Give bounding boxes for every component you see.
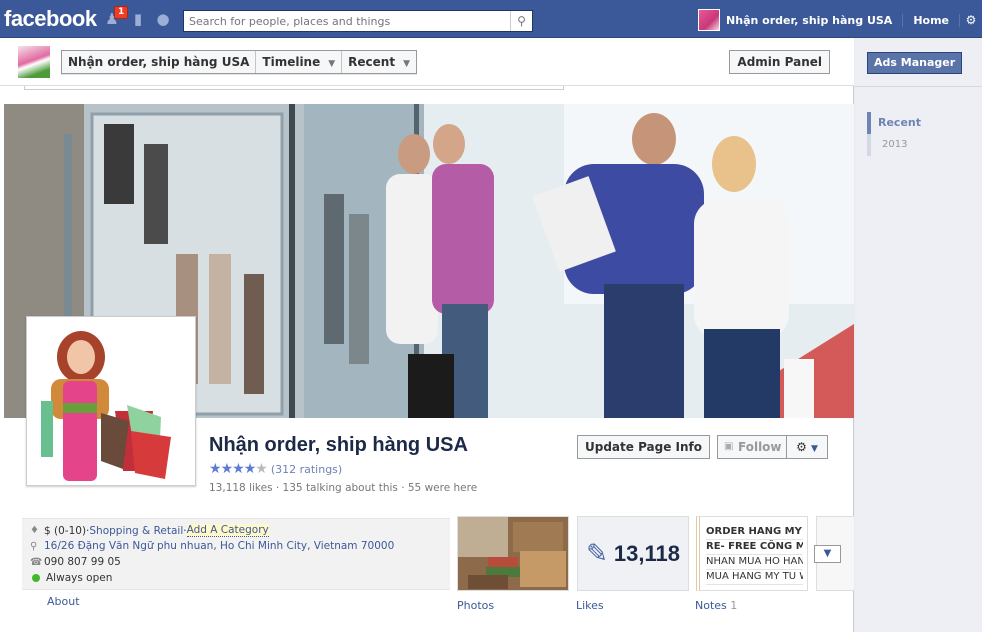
notes-label[interactable]: Notes 1: [695, 599, 737, 612]
notes-label-text: Notes: [695, 599, 727, 612]
add-category-link[interactable]: Add A Category: [186, 524, 269, 537]
chevron-down-icon: ▼: [811, 444, 818, 454]
page-info-box: ♦ $ (0-10) · Shopping & Retail · Add A C…: [22, 518, 450, 590]
notes-tile[interactable]: ORDER HANG MY CI RE- FREE CÔNG MU NHAN M…: [696, 516, 808, 591]
admin-panel-button[interactable]: Admin Panel: [729, 50, 830, 74]
admin-panel-edge: [24, 86, 564, 90]
messages-icon[interactable]: ▮: [129, 10, 147, 28]
note-line: ORDER HANG MY CI: [706, 525, 803, 540]
category-link[interactable]: Shopping & Retail: [89, 525, 183, 537]
info-category-row: ♦ $ (0-10) · Shopping & Retail · Add A C…: [30, 524, 269, 537]
star-filled-icon: ★: [209, 461, 222, 477]
update-page-info-button[interactable]: Update Page Info: [577, 435, 711, 459]
gear-icon: ⚙: [796, 440, 807, 454]
timeline-navigation: Recent 2013: [867, 112, 921, 156]
search-icon[interactable]: ⚲: [510, 11, 532, 31]
timeline-year-link[interactable]: 2013: [867, 134, 921, 156]
info-address-row: ⚲ 16/26 Đặng Văn Ngữ phu nhuan, Ho Chi M…: [30, 540, 394, 552]
globe-icon[interactable]: ●: [154, 10, 172, 28]
home-link[interactable]: Home: [903, 13, 960, 27]
like-thumb-icon: ✎: [586, 538, 608, 569]
profile-picture[interactable]: [26, 316, 196, 486]
gear-icon[interactable]: ⚙: [960, 13, 982, 27]
page-stats: 13,118 likes · 135 talking about this · …: [209, 482, 478, 494]
note-line: NHAN MUA HO HANG: [706, 555, 803, 570]
star-filled-icon: ★: [220, 461, 234, 477]
note-line: RE- FREE CÔNG MU: [706, 540, 803, 555]
breadcrumb-recent[interactable]: Recent ▼: [342, 51, 416, 73]
photos-label[interactable]: Photos: [457, 599, 494, 612]
chevron-down-icon: ▼: [328, 59, 336, 69]
notification-badge: 1: [114, 6, 129, 19]
star-filled-icon: ★: [232, 461, 245, 477]
page-column: Nhận order, ship hàng USA Timeline ▼ Rece…: [0, 38, 854, 632]
price-range: $ (0-10): [44, 524, 87, 537]
page-title: Nhận order, ship hàng USA: [209, 434, 468, 456]
address-link[interactable]: 16/26 Đặng Văn Ngữ phu nhuan, Ho Chi Min…: [44, 540, 394, 552]
likes-count: 13,118: [613, 540, 680, 566]
avatar[interactable]: [698, 9, 721, 31]
chevron-down-icon: ▼: [403, 59, 411, 69]
search-input[interactable]: [184, 11, 504, 31]
more-apps-button[interactable]: ▼: [814, 545, 841, 563]
info-hours-row: Always open: [30, 572, 112, 584]
profile-link[interactable]: Nhận order, ship hàng USA: [726, 13, 904, 27]
top-right-nav: Nhận order, ship hàng USA Home ⚙: [698, 8, 982, 32]
open-status-dot: [32, 574, 40, 582]
about-link[interactable]: About: [47, 595, 80, 608]
ads-manager-button[interactable]: Ads Manager: [867, 52, 963, 74]
right-column: Ads Manager Recent 2013: [855, 38, 982, 632]
page-header-bar: Nhận order, ship hàng USA Timeline ▼ Rece…: [0, 38, 854, 86]
photos-thumbnail: [458, 517, 568, 590]
phone-number: 090 807 99 05: [44, 556, 121, 568]
breadcrumb-timeline[interactable]: Timeline ▼: [256, 51, 343, 73]
breadcrumb: Nhận order, ship hàng USA Timeline ▼ Rece…: [61, 50, 418, 74]
divider: [855, 86, 982, 87]
follow-label: Follow: [738, 440, 782, 454]
likes-label[interactable]: Likes: [576, 599, 604, 612]
search-box: ⚲: [183, 10, 533, 32]
star-filled-icon: ★: [243, 461, 257, 477]
timeline-recent-link[interactable]: Recent: [878, 112, 921, 134]
profile-picture-illustration: [31, 321, 191, 481]
page-settings-button[interactable]: ⚙ ▼: [786, 435, 828, 459]
likes-tile[interactable]: ✎ 13,118: [577, 516, 689, 591]
breadcrumb-recent-label: Recent: [348, 55, 396, 69]
rating-stars: ★★★★★: [209, 461, 268, 477]
star-empty-icon: ★: [255, 461, 268, 477]
tag-icon: ♦: [30, 525, 39, 536]
opening-hours: Always open: [46, 572, 113, 584]
follow-button[interactable]: ▣ Follow: [717, 435, 787, 459]
top-navigation-bar: facebook ♟ 1 ▮ ● ⚲ Nhận order, ship hàng…: [0, 0, 982, 38]
page-rating[interactable]: ★★★★★ (312 ratings): [209, 461, 342, 477]
ratings-count: (312 ratings): [270, 462, 343, 476]
chevron-down-icon: ▼: [823, 548, 832, 559]
photos-tile[interactable]: [457, 516, 569, 591]
info-phone-row: ☎ 090 807 99 05: [30, 556, 121, 568]
rss-icon: ▣: [724, 441, 734, 452]
notes-count: 1: [730, 599, 738, 612]
breadcrumb-page-name[interactable]: Nhận order, ship hàng USA: [62, 51, 257, 73]
breadcrumb-timeline-label: Timeline: [262, 55, 321, 69]
note-line: MUA HANG MY TU WI: [706, 570, 803, 585]
location-pin-icon: ⚲: [30, 540, 38, 552]
facebook-logo[interactable]: facebook: [4, 6, 97, 32]
phone-icon: ☎: [30, 556, 43, 568]
page-thumbnail[interactable]: [18, 46, 50, 78]
